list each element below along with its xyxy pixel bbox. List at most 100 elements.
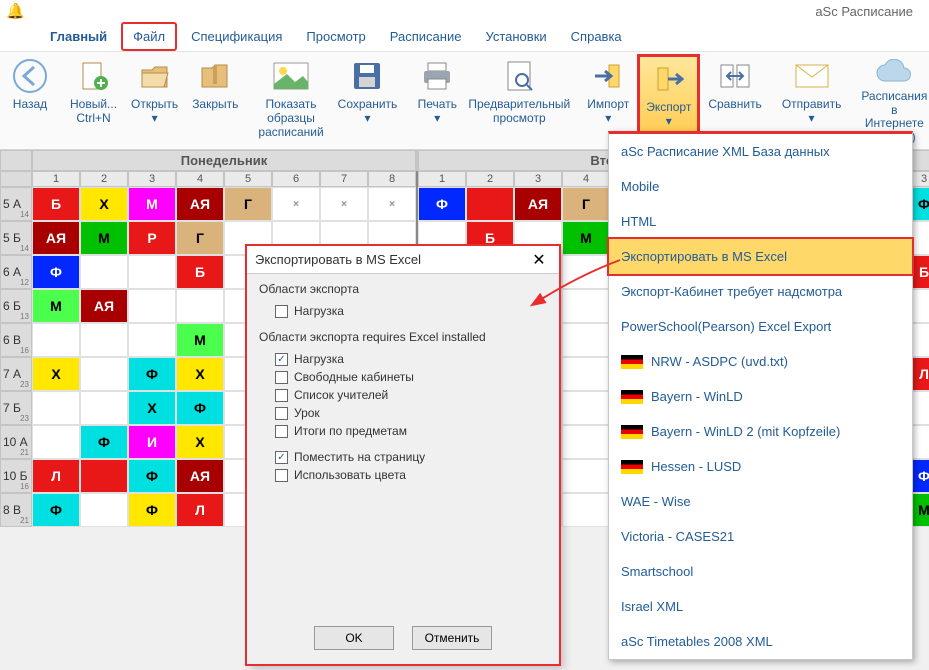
row-label[interactable]: 5 Б14 [0,221,32,255]
ok-button[interactable]: OK [314,626,394,650]
export-menu-item[interactable]: Smartschool [609,554,912,589]
tab-help[interactable]: Справка [561,24,632,49]
tab-settings[interactable]: Установки [475,24,556,49]
export-menu-item[interactable]: WAE - Wise [609,484,912,519]
timetable-cell[interactable]: Ф [32,493,80,527]
timetable-cell[interactable]: Ф [128,493,176,527]
timetable-cell[interactable]: М [176,323,224,357]
timetable-cell[interactable] [562,255,610,289]
timetable-cell[interactable]: Ф [176,391,224,425]
timetable-cell[interactable] [80,357,128,391]
row-label[interactable]: 8 В21 [0,493,32,527]
timetable-cell[interactable]: И [128,425,176,459]
tab-view[interactable]: Просмотр [296,24,375,49]
timetable-cell[interactable]: АЯ [514,187,562,221]
timetable-cell[interactable] [80,493,128,527]
timetable-cell[interactable]: Л [176,493,224,527]
chk-free-rooms[interactable]: Свободные кабинеты [259,368,547,386]
timetable-cell[interactable]: Ф [128,357,176,391]
timetable-cell[interactable] [80,323,128,357]
row-label[interactable]: 10 А21 [0,425,32,459]
timetable-cell[interactable]: Ф [418,187,466,221]
export-menu-item[interactable]: NRW - ASDPC (uvd.txt) [609,344,912,379]
timetable-cell[interactable]: М [80,221,128,255]
export-menu-item[interactable]: aSc Timetables 2008 XML [609,624,912,659]
timetable-cell[interactable]: АЯ [80,289,128,323]
timetable-cell[interactable]: Ф [128,459,176,493]
print-button[interactable]: Печать▾ [411,54,463,147]
row-label[interactable]: 10 Б16 [0,459,32,493]
export-menu-item[interactable]: Mobile [609,169,912,204]
export-menu-item[interactable]: Bayern - WinLD 2 (mit Kopfzeile) [609,414,912,449]
timetable-cell[interactable] [562,391,610,425]
timetable-cell[interactable]: Х [32,357,80,391]
timetable-cell[interactable] [80,255,128,289]
timetable-cell[interactable]: Ф [80,425,128,459]
timetable-cell[interactable] [562,289,610,323]
row-label[interactable]: 7 Б23 [0,391,32,425]
chk-lesson[interactable]: Урок [259,404,547,422]
chk-load-2[interactable]: ✓Нагрузка [259,350,547,368]
samples-button[interactable]: Показать образцы расписаний [252,54,329,147]
timetable-cell[interactable]: Р [128,221,176,255]
timetable-cell[interactable]: М [32,289,80,323]
timetable-cell[interactable]: М [562,221,610,255]
close-icon[interactable]: ✕ [527,250,551,270]
timetable-cell[interactable]: Х [128,391,176,425]
tab-main[interactable]: Главный [40,24,117,49]
timetable-cell[interactable] [32,323,80,357]
timetable-cell[interactable]: Б [176,255,224,289]
row-label[interactable]: 7 А23 [0,357,32,391]
export-menu-item[interactable]: Israel XML [609,589,912,624]
timetable-cell[interactable] [176,289,224,323]
timetable-cell[interactable] [562,459,610,493]
timetable-cell[interactable]: Б [32,187,80,221]
timetable-cell[interactable] [32,425,80,459]
chk-use-colors[interactable]: Использовать цвета [259,466,547,484]
timetable-cell[interactable]: Г [176,221,224,255]
timetable-cell[interactable] [80,459,128,493]
timetable-cell[interactable]: × [320,187,368,221]
timetable-cell[interactable] [128,289,176,323]
export-menu-item[interactable]: Bayern - WinLD [609,379,912,414]
chk-teacher-list[interactable]: Список учителей [259,386,547,404]
timetable-cell[interactable] [128,255,176,289]
timetable-cell[interactable]: Ф [32,255,80,289]
row-label[interactable]: 6 В16 [0,323,32,357]
cancel-button[interactable]: Отменить [412,626,492,650]
chk-subject-totals[interactable]: Итоги по предметам [259,422,547,440]
open-button[interactable]: Открыть▾ [125,54,184,147]
timetable-cell[interactable]: Г [562,187,610,221]
timetable-cell[interactable]: Х [176,357,224,391]
save-button[interactable]: Сохранить▾ [332,54,404,147]
timetable-cell[interactable]: × [368,187,416,221]
tab-timetable[interactable]: Расписание [380,24,472,49]
tab-file[interactable]: Файл [121,22,177,51]
timetable-cell[interactable] [32,391,80,425]
row-label[interactable]: 6 А12 [0,255,32,289]
export-menu-item[interactable]: PowerSchool(Pearson) Excel Export [609,309,912,344]
timetable-cell[interactable]: АЯ [32,221,80,255]
export-menu-item[interactable]: Экспортировать в MS Excel [607,237,914,276]
preview-button[interactable]: Предварительный просмотр [465,54,573,147]
timetable-cell[interactable]: Г [224,187,272,221]
new-button[interactable]: Новый...Ctrl+N [64,54,123,147]
export-menu-item[interactable]: Экспорт-Кабинет требует надсмотра [609,274,912,309]
timetable-cell[interactable] [562,323,610,357]
timetable-cell[interactable]: Л [32,459,80,493]
chk-load-1[interactable]: Нагрузка [259,302,547,320]
export-menu-item[interactable]: aSc Расписание XML База данных [609,134,912,169]
row-label[interactable]: 6 Б13 [0,289,32,323]
back-button[interactable]: Назад [4,54,56,147]
chk-fit-page[interactable]: ✓Поместить на страницу [259,448,547,466]
timetable-cell[interactable]: АЯ [176,459,224,493]
timetable-cell[interactable] [466,187,514,221]
timetable-cell[interactable] [80,391,128,425]
export-menu-item[interactable]: HTML [609,204,912,239]
timetable-cell[interactable]: АЯ [176,187,224,221]
timetable-cell[interactable] [562,493,610,527]
timetable-cell[interactable]: М [128,187,176,221]
tab-spec[interactable]: Спецификация [181,24,292,49]
timetable-cell[interactable] [562,357,610,391]
export-menu-item[interactable]: Victoria - CASES21 [609,519,912,554]
